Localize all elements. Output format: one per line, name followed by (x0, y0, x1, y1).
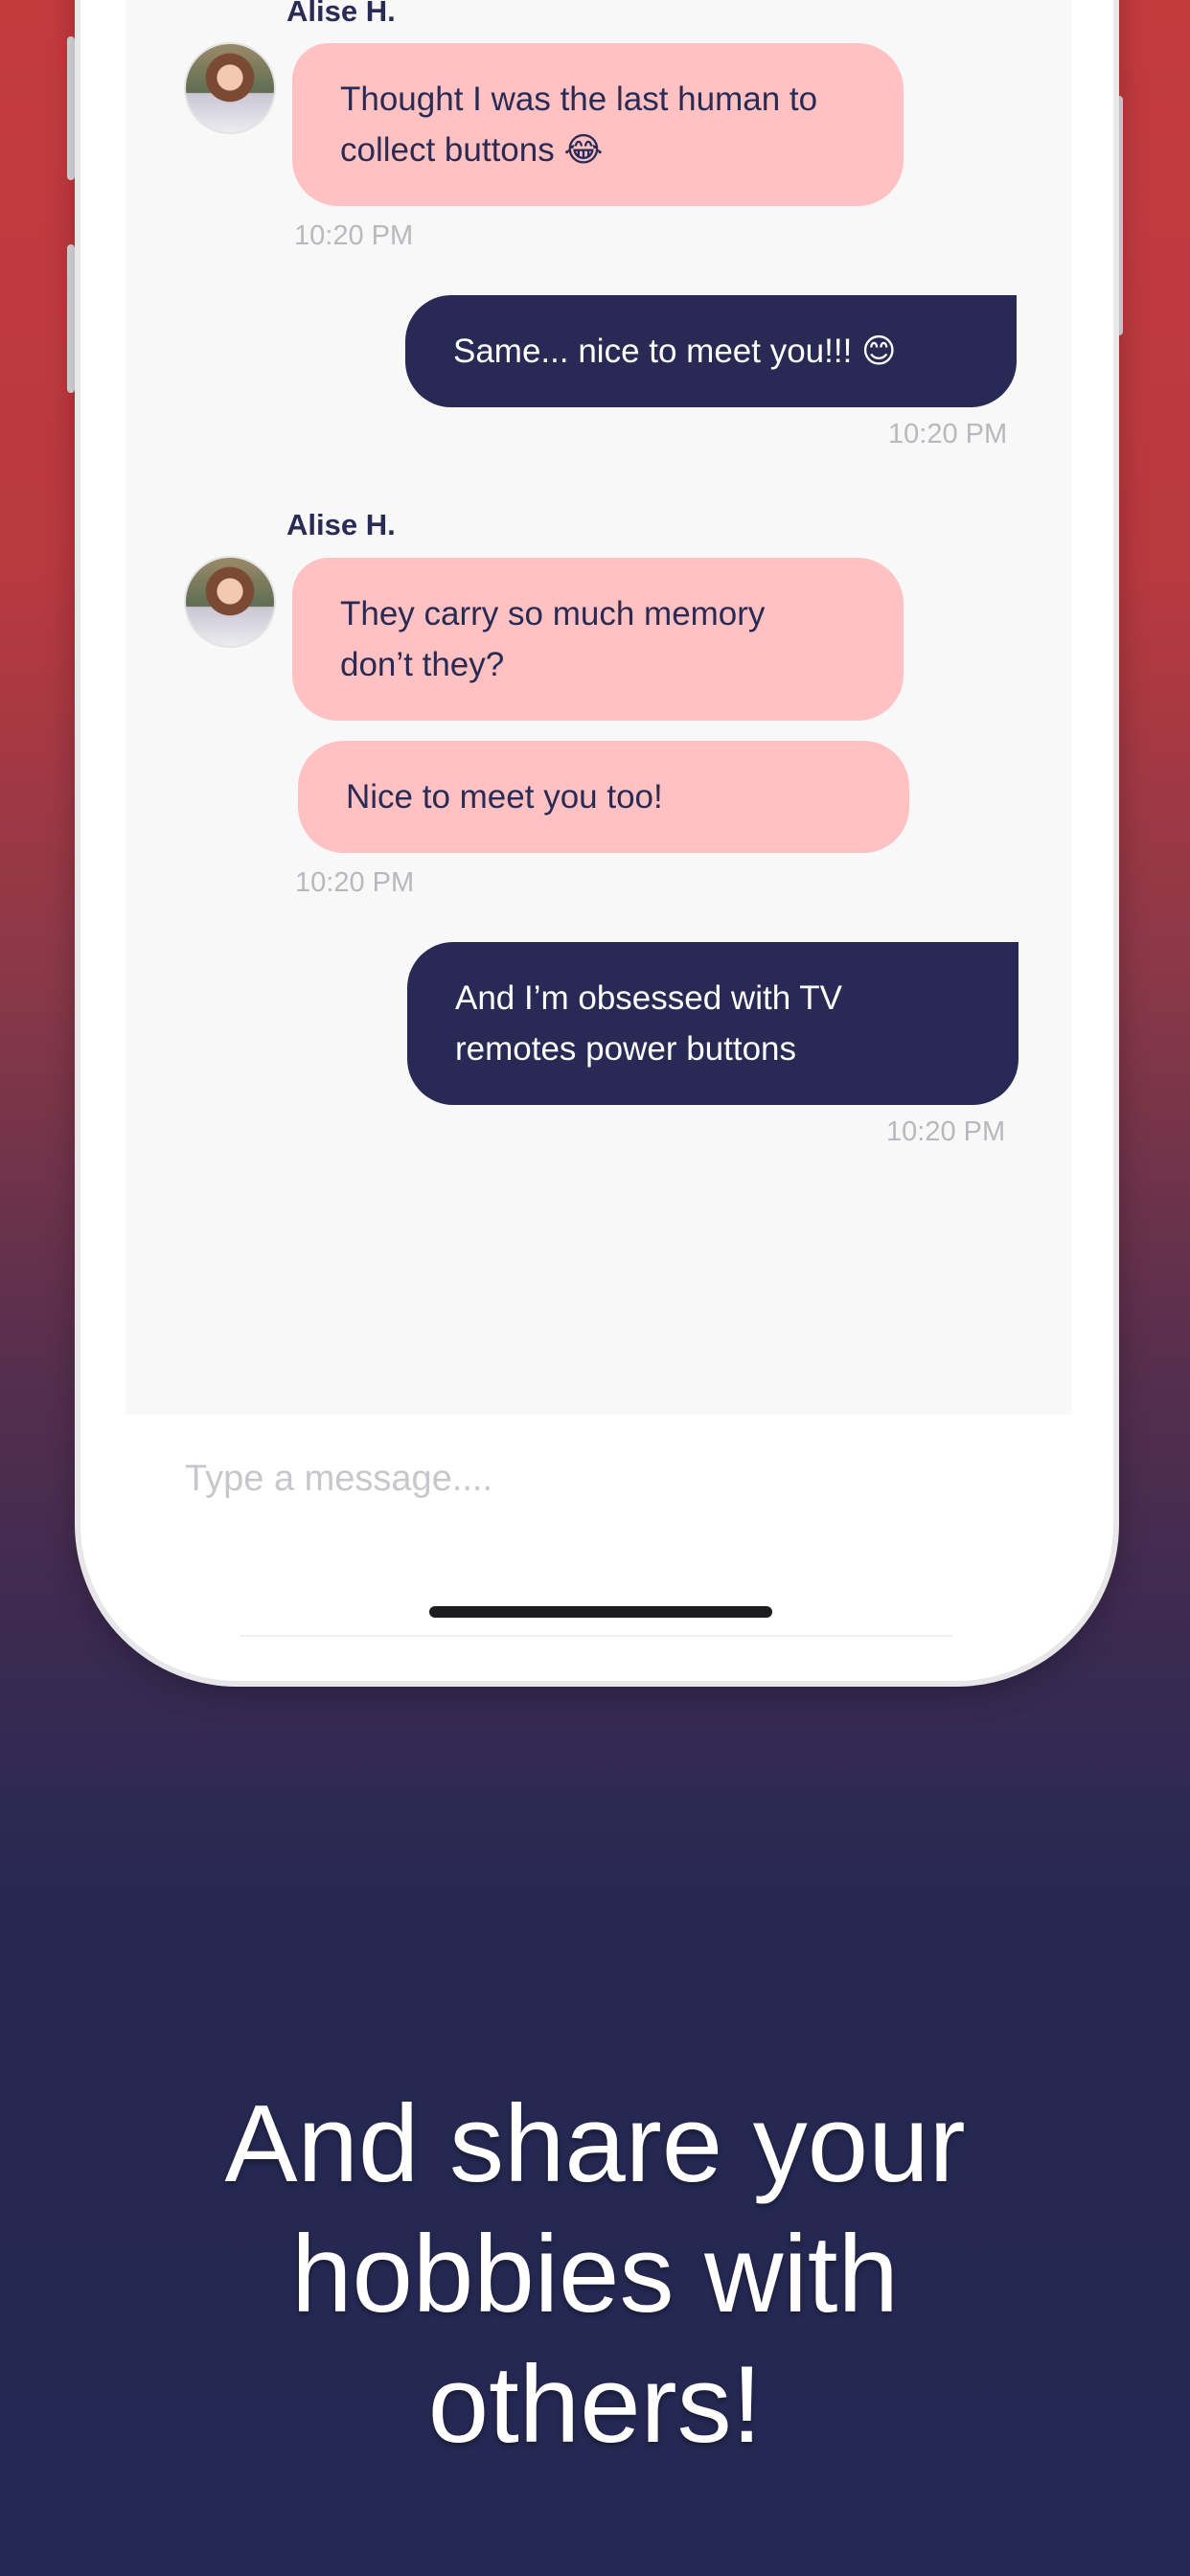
headline-line: hobbies with (291, 2214, 899, 2335)
divider (240, 1635, 952, 1637)
message-text: collect buttons 😂 (340, 131, 604, 169)
message-input-area[interactable] (126, 1414, 1072, 1606)
outgoing-message-bubble[interactable]: Same... nice to meet you!!! 😊 (405, 295, 1017, 407)
promo-headline: And share your hobbies with others! (0, 2080, 1190, 2471)
phone-side-button (67, 36, 75, 180)
phone-side-button (67, 244, 75, 393)
outgoing-message-bubble[interactable]: And I’m obsessed with TV remotes power b… (407, 942, 1018, 1105)
message-text: Nice to meet you too! (346, 778, 663, 816)
message-timestamp: 10:20 PM (886, 1116, 1006, 1147)
message-text: They carry so much memory (340, 595, 766, 632)
avatar[interactable] (184, 42, 276, 134)
headline-line: others! (427, 2344, 763, 2466)
message-timestamp: 10:20 PM (888, 419, 1008, 449)
incoming-message-bubble[interactable]: They carry so much memory don’t they? (292, 558, 904, 721)
headline-line: And share your (224, 2083, 966, 2205)
incoming-message-bubble[interactable]: Nice to meet you too! (298, 741, 909, 853)
message-timestamp: 10:20 PM (294, 220, 414, 251)
message-timestamp: 10:20 PM (295, 867, 415, 898)
incoming-message-bubble[interactable]: Thought I was the last human to collect … (292, 43, 904, 206)
message-text: Same... nice to meet you!!! 😊 (453, 333, 897, 370)
message-text: And I’m obsessed with TV (455, 979, 842, 1017)
sender-name: Alise H. (286, 508, 396, 541)
avatar[interactable] (184, 556, 276, 648)
home-indicator[interactable] (429, 1606, 772, 1618)
sender-name: Alise H. (286, 0, 396, 28)
message-text: remotes power buttons (455, 1030, 797, 1068)
message-text: don’t they? (340, 646, 505, 683)
message-text: Thought I was the last human to (340, 80, 818, 118)
message-input[interactable]: Type a message.... (185, 1459, 492, 1500)
